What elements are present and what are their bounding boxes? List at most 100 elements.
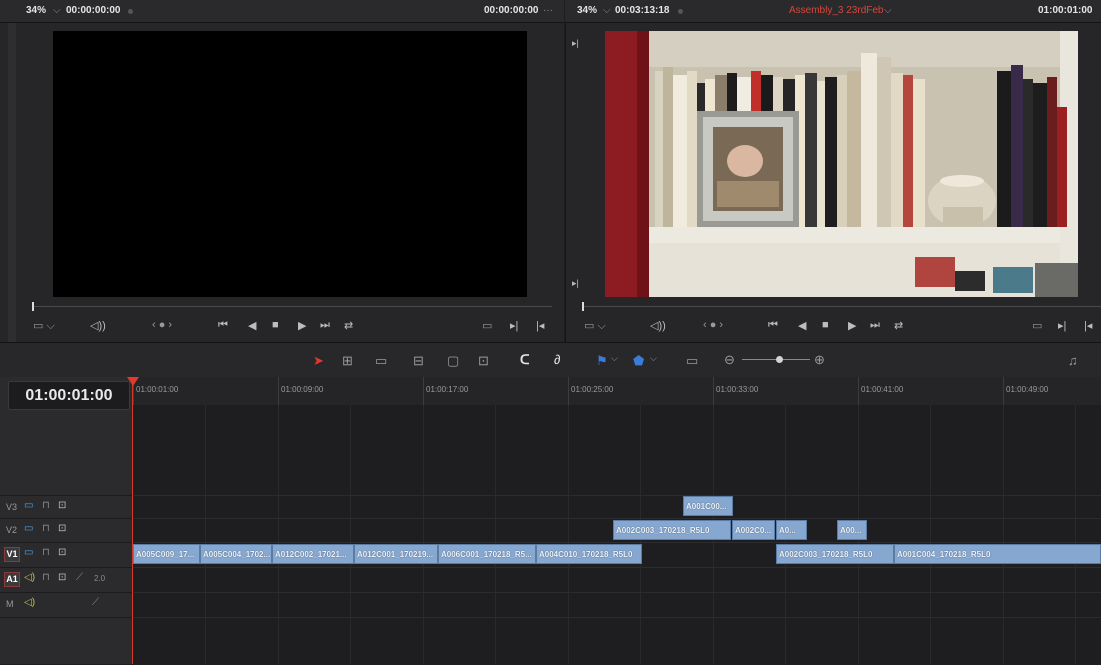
track-header-v3[interactable]: V3 ▭ ⊓ ⊡ <box>0 495 132 518</box>
jog-control-icon[interactable]: ‹ ● › <box>152 319 172 331</box>
play-icon[interactable]: ▶ <box>298 319 306 332</box>
curve-icon[interactable]: ⟋ <box>76 572 83 583</box>
timeline-scrubber[interactable] <box>582 306 1101 307</box>
selection-tool-icon[interactable]: ➤ <box>313 353 324 369</box>
timeline-name-dropdown[interactable]: Assembly_3 23rdFeb <box>789 5 884 16</box>
mark-in-icon[interactable]: ▸| <box>1058 319 1066 332</box>
playhead-handle[interactable] <box>127 377 139 386</box>
timeline-clip[interactable]: A012C001_170219... <box>354 544 438 564</box>
timeline-clip[interactable]: A006C001_170218_R5... <box>438 544 536 564</box>
auto-select-icon[interactable]: ⊡ <box>58 500 66 511</box>
timeline-clip[interactable]: A00... <box>837 520 867 540</box>
source-more-options[interactable]: ··· <box>543 5 553 16</box>
skip-start-icon[interactable]: ⏮ <box>218 319 228 332</box>
lane-v3 <box>133 495 1101 518</box>
track-label-v1[interactable]: V1 <box>4 547 20 562</box>
marker-icon[interactable]: ⬟ <box>633 353 644 369</box>
match-frame-icon[interactable]: ▭ <box>482 319 492 332</box>
timeline-clip[interactable]: A002C0... <box>732 520 775 540</box>
auto-select-icon[interactable]: ⊡ <box>58 523 66 534</box>
chevron-down-icon[interactable]: ⌵ <box>650 353 657 364</box>
timeline-clip[interactable]: A005C009_17... <box>133 544 200 564</box>
speaker-icon[interactable]: ◁) <box>24 572 35 583</box>
loop-icon[interactable]: ⇄ <box>894 319 903 332</box>
chevron-down-icon[interactable]: ⌵ <box>884 5 892 16</box>
play-reverse-icon[interactable]: ◀ <box>248 319 256 332</box>
timeline-video-frame[interactable] <box>605 31 1078 297</box>
timeline-clip[interactable]: A0... <box>776 520 807 540</box>
timeline-clip[interactable]: A002C003_170218_R5L0 <box>776 544 894 564</box>
speaker-icon[interactable]: ◁) <box>24 597 35 608</box>
overwrite-clip-icon[interactable]: ▢ <box>447 353 459 369</box>
track-label-v2: V2 <box>6 525 18 535</box>
trim-tool-icon[interactable]: ⊞ <box>342 353 353 369</box>
source-timecode[interactable]: 00:00:00:00 <box>66 5 120 16</box>
play-icon[interactable]: ▶ <box>848 319 856 332</box>
auto-select-icon[interactable]: ⊡ <box>58 547 66 558</box>
track-enable-icon[interactable]: ▭ <box>24 547 33 558</box>
track-label-a1[interactable]: A1 <box>4 572 20 587</box>
ruler-tick <box>1003 377 1004 405</box>
track-header-a1[interactable]: A1 ◁) ⊓ ⊡ ⟋ 2.0 <box>0 567 132 590</box>
blade-tool-icon[interactable]: ▭ <box>375 353 387 369</box>
timeline-zoom[interactable]: 34% <box>577 5 597 16</box>
replace-clip-icon[interactable]: ⊡ <box>478 353 489 369</box>
snapping-icon[interactable]: ᑕ <box>520 352 530 368</box>
timeline-viewer-timecode[interactable]: 00:03:13:18 <box>615 5 669 16</box>
link-icon[interactable]: ∂ <box>554 352 560 367</box>
lock-icon[interactable]: ⊓ <box>42 547 50 558</box>
track-header-v2[interactable]: V2 ▭ ⊓ ⊡ <box>0 518 132 541</box>
zoom-slider-thumb[interactable] <box>776 356 783 363</box>
playhead-line[interactable] <box>132 377 133 664</box>
insert-clip-icon[interactable]: ⊟ <box>413 353 424 369</box>
zoom-in-icon[interactable]: ⊕ <box>814 352 825 368</box>
source-scrubber[interactable] <box>32 306 552 307</box>
timeline-scrubber-head[interactable] <box>582 302 584 311</box>
flag-icon[interactable]: ⚑ <box>596 353 608 369</box>
timeline-clip[interactable]: A012C002_17021... <box>272 544 354 564</box>
timeline-clip[interactable]: A001C00... <box>683 496 733 516</box>
current-timecode[interactable]: 01:00:01:00 <box>8 381 130 410</box>
match-frame-icon[interactable]: ▭ <box>1032 319 1042 332</box>
play-reverse-icon[interactable]: ◀ <box>798 319 806 332</box>
track-enable-icon[interactable]: ▭ <box>24 523 33 534</box>
clip-view-icon[interactable]: ▭ ⌵ <box>33 319 55 333</box>
mark-out-icon[interactable]: |◂ <box>536 319 544 332</box>
audio-icon[interactable]: ◁)) <box>650 319 666 332</box>
track-enable-icon[interactable]: ▭ <box>24 500 33 511</box>
record-timecode: 01:00:01:00 <box>1038 5 1093 16</box>
timeline-clip[interactable]: A004C010_170218_R5L0 <box>536 544 642 564</box>
source-zoom[interactable]: 34% <box>26 5 46 16</box>
mark-in-icon[interactable]: ▸| <box>510 319 518 332</box>
zoom-mode-icon[interactable]: ▭ <box>686 353 698 369</box>
audio-meter-icon[interactable]: ♫ <box>1068 353 1078 368</box>
track-header-master[interactable]: M ◁) ⟋ <box>0 592 132 617</box>
skip-start-icon[interactable]: ⏮ <box>768 319 778 332</box>
lane-a1 <box>133 567 1101 590</box>
loop-icon[interactable]: ⇄ <box>344 319 353 332</box>
stop-icon[interactable]: ■ <box>272 319 279 331</box>
chevron-down-icon[interactable]: ⌵ <box>611 353 618 364</box>
skip-end-icon[interactable]: ⏭ <box>870 319 880 332</box>
audio-icon[interactable]: ◁)) <box>90 319 106 332</box>
curve-icon[interactable]: ⟋ <box>92 597 99 608</box>
timeline-clip[interactable]: A001C004_170218_R5L0 <box>894 544 1101 564</box>
stop-icon[interactable]: ■ <box>822 319 829 331</box>
timeline-clip[interactable]: A005C004_1702... <box>200 544 272 564</box>
source-scrubber-head[interactable] <box>32 302 34 311</box>
track-header-v1[interactable]: V1 ▭ ⊓ ⊡ <box>0 542 132 567</box>
jog-control-icon[interactable]: ‹ ● › <box>703 319 723 331</box>
zoom-out-icon[interactable]: ⊖ <box>724 352 735 368</box>
chevron-down-icon[interactable]: ⌵ <box>603 5 611 16</box>
viewer-mode-icon[interactable]: ▭ ⌵ <box>584 319 606 333</box>
out-marker-icon: ▸| <box>572 278 579 288</box>
skip-end-icon[interactable]: ⏭ <box>320 319 330 332</box>
timeline-clip[interactable]: A002C003_170218_R5L0 <box>613 520 731 540</box>
lock-icon[interactable]: ⊓ <box>42 572 50 583</box>
lock-icon[interactable]: ⊓ <box>42 523 50 534</box>
chevron-down-icon[interactable]: ⌵ <box>53 5 61 16</box>
mark-out-icon[interactable]: |◂ <box>1084 319 1092 332</box>
auto-select-icon[interactable]: ⊡ <box>58 572 66 583</box>
source-video-frame[interactable] <box>53 31 527 297</box>
lock-icon[interactable]: ⊓ <box>42 500 50 511</box>
